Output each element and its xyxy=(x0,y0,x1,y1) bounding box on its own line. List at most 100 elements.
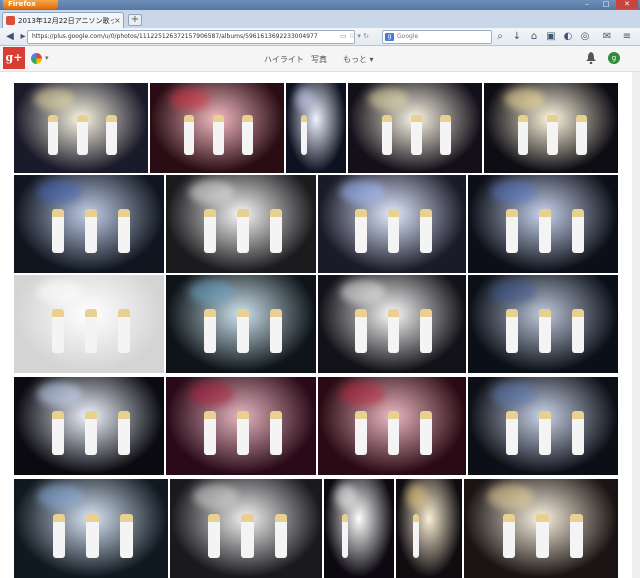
photos-pinwheel-icon[interactable] xyxy=(31,53,42,64)
stage-light xyxy=(405,483,426,509)
performer-figure xyxy=(117,411,130,456)
performer-figure xyxy=(538,209,551,254)
performer-figure xyxy=(571,411,584,456)
performer-figure xyxy=(420,309,432,354)
photo-thumbnail[interactable] xyxy=(14,377,164,475)
photo-thumbnail[interactable] xyxy=(324,479,394,578)
photo-thumbnail[interactable] xyxy=(14,275,164,373)
browser-tab[interactable]: 2013年12月22日アニソン歌っちゃ王・踊っちゃ... × xyxy=(2,12,124,28)
addon-icon[interactable]: ▣ xyxy=(544,30,558,44)
window-titlebar: Firefox – □ ✕ xyxy=(0,0,640,10)
firefox-menu-button[interactable]: Firefox xyxy=(3,0,58,9)
performer-figure xyxy=(236,411,249,456)
photo-thumbnail[interactable] xyxy=(166,377,316,475)
bookmark-star-icon[interactable]: ▭ ☆ ▾ ↻ xyxy=(340,32,369,40)
nav-more-label: もっと xyxy=(343,55,367,64)
photo-thumbnail[interactable] xyxy=(150,83,284,173)
photo-thumbnail[interactable] xyxy=(464,479,618,578)
performer-figure xyxy=(203,209,216,254)
photo-thumbnail[interactable] xyxy=(14,175,164,273)
photo-thumbnail[interactable] xyxy=(484,83,618,173)
menu-icon[interactable]: ≡ xyxy=(620,30,634,44)
scrollbar[interactable] xyxy=(632,72,640,578)
performer-figure xyxy=(420,411,432,456)
performer-figure xyxy=(241,513,254,559)
performer-figure xyxy=(412,513,419,559)
download-icon[interactable]: ↓ xyxy=(510,30,524,44)
photo-thumbnail[interactable] xyxy=(468,275,618,373)
photo-thumbnail[interactable] xyxy=(166,275,316,373)
performer-figure xyxy=(570,513,583,559)
performer-figure xyxy=(576,114,588,155)
performer-figure xyxy=(236,309,249,354)
performer-figure xyxy=(212,114,224,155)
performer-figure xyxy=(51,309,64,354)
photo-thumbnail[interactable] xyxy=(318,275,466,373)
stage-light xyxy=(192,483,239,509)
photo-thumbnail[interactable] xyxy=(396,479,462,578)
sync-icon[interactable]: ◐ xyxy=(561,30,575,44)
performer-figure xyxy=(117,309,130,354)
performer-figure xyxy=(269,411,282,456)
photo-thumbnail[interactable] xyxy=(348,83,482,173)
performer-figure xyxy=(117,209,130,254)
photo-grid xyxy=(0,72,640,578)
performer-figure xyxy=(546,114,558,155)
chat-icon[interactable]: ✉ xyxy=(600,30,614,44)
performer-figure xyxy=(120,513,133,559)
extension-icon[interactable]: ◎ xyxy=(578,30,592,44)
performer-figure xyxy=(269,209,282,254)
nav-photos[interactable]: 写真 xyxy=(311,54,327,65)
close-icon[interactable]: ✕ xyxy=(616,0,638,9)
stage-light xyxy=(368,87,409,110)
stage-light xyxy=(37,483,84,509)
performer-figure xyxy=(420,209,432,254)
stage-light xyxy=(504,87,545,110)
stage-light xyxy=(36,179,82,205)
performer-figure xyxy=(387,209,400,254)
search-box[interactable]: g Google xyxy=(382,30,492,44)
new-tab-icon[interactable]: + xyxy=(128,14,142,26)
avatar[interactable]: g xyxy=(608,52,620,64)
photo-thumbnail[interactable] xyxy=(318,175,466,273)
home-icon[interactable]: ⌂ xyxy=(527,30,541,44)
performer-figure xyxy=(440,114,452,155)
magnifier-icon[interactable]: ⌕ xyxy=(493,30,507,44)
photo-thumbnail[interactable] xyxy=(318,377,466,475)
photo-thumbnail[interactable] xyxy=(286,83,346,173)
stage-light xyxy=(36,381,82,407)
performer-figure xyxy=(51,209,64,254)
nav-more[interactable]: もっと ▾ xyxy=(343,54,374,65)
maximize-icon[interactable]: □ xyxy=(597,0,615,9)
performer-figure xyxy=(84,309,97,354)
photo-thumbnail[interactable] xyxy=(14,479,168,578)
performer-figure xyxy=(387,411,400,456)
minimize-icon[interactable]: – xyxy=(578,0,596,9)
photo-thumbnail[interactable] xyxy=(14,83,148,173)
performer-figure xyxy=(355,309,367,354)
stage-light xyxy=(188,279,234,305)
stage-light xyxy=(490,179,536,205)
performer-figure xyxy=(355,411,367,456)
stage-light xyxy=(490,279,536,305)
photo-thumbnail[interactable] xyxy=(170,479,322,578)
tab-title: 2013年12月22日アニソン歌っちゃ王・踊っちゃ... xyxy=(18,16,114,25)
photo-thumbnail[interactable] xyxy=(166,175,316,273)
url-bar[interactable]: https://plus.google.com/u/0/photos/11122… xyxy=(27,30,355,44)
notification-bell-icon[interactable] xyxy=(586,52,596,64)
performer-figure xyxy=(505,411,518,456)
gplus-favicon-icon xyxy=(6,16,15,25)
stage-light xyxy=(36,279,82,305)
performer-figure xyxy=(183,114,195,155)
gplus-logo[interactable]: g+ xyxy=(3,47,25,69)
google-search-icon: g xyxy=(385,33,394,41)
performer-figure xyxy=(341,513,348,559)
chevron-down-icon[interactable]: ▾ xyxy=(45,54,49,62)
performer-figure xyxy=(203,411,216,456)
nav-highlights[interactable]: ハイライト xyxy=(264,54,304,65)
back-icon[interactable]: ◀ xyxy=(3,30,17,44)
tab-close-icon[interactable]: × xyxy=(114,16,123,25)
photo-thumbnail[interactable] xyxy=(468,175,618,273)
chevron-down-icon: ▾ xyxy=(369,55,374,64)
photo-thumbnail[interactable] xyxy=(468,377,618,475)
